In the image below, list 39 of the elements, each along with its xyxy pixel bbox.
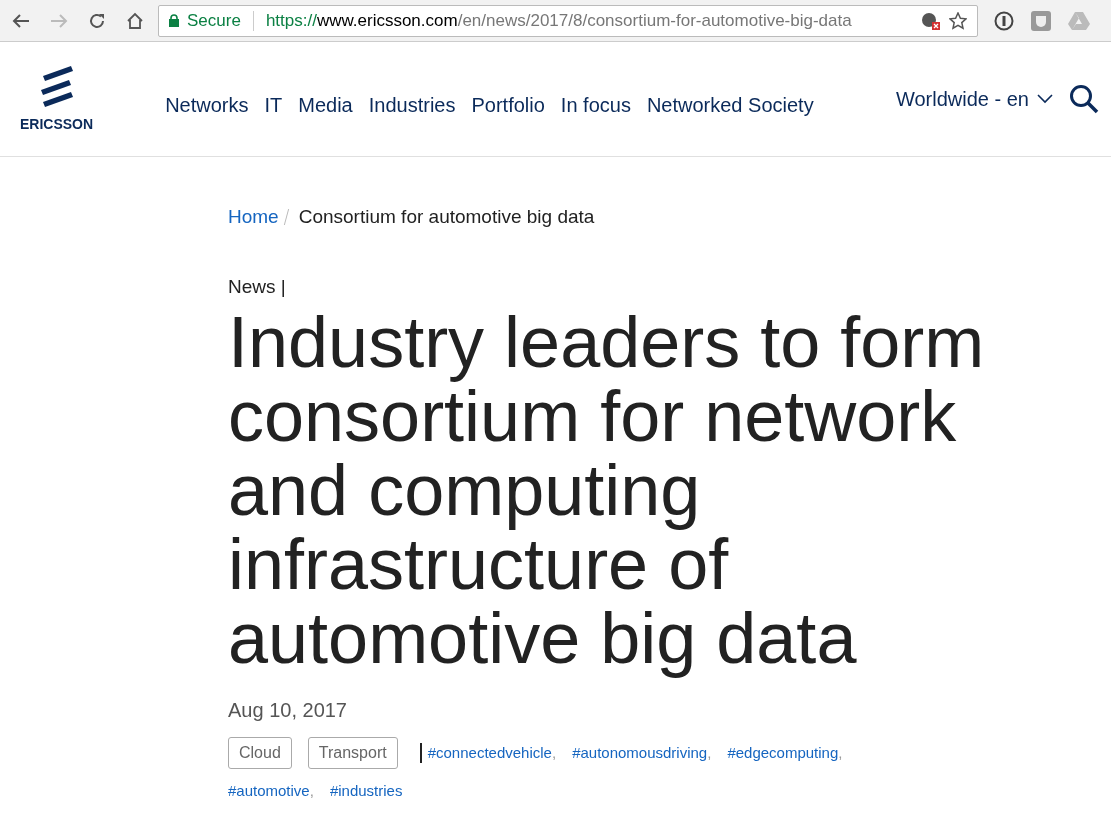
nav-link[interactable]: Industries bbox=[368, 90, 456, 120]
nav-link[interactable]: In focus bbox=[560, 90, 631, 120]
chevron-down-icon bbox=[1037, 94, 1053, 104]
logo-text: ERICSSON bbox=[20, 114, 94, 134]
nav-link[interactable]: Media bbox=[298, 90, 353, 120]
nav-link[interactable]: Networked Society bbox=[646, 90, 814, 120]
address-bar[interactable]: Secure https://www.ericsson.com/en/news/2017/8/consortium-for-automotive-big-data bbox=[158, 4, 978, 37]
home-icon bbox=[126, 11, 144, 30]
nav-link[interactable]: IT bbox=[264, 90, 283, 120]
url-text: https://www.ericsson.com/en/news/2017/8/consortium-for-automotive-big-data bbox=[265, 9, 853, 32]
hashtag-link[interactable]: #autonomousdriving bbox=[572, 744, 708, 761]
reload-icon bbox=[88, 11, 106, 30]
category-tag[interactable]: Cloud bbox=[228, 737, 292, 769]
nav-link[interactable]: Networks bbox=[165, 90, 249, 120]
hashtag-link[interactable]: #connectedvehicle bbox=[427, 744, 552, 761]
back-arrow-icon bbox=[12, 12, 30, 29]
comma-separator: , bbox=[707, 744, 712, 761]
security-label: Secure bbox=[187, 9, 241, 32]
comma-separator: , bbox=[838, 744, 843, 761]
breadcrumb-current: Consortium for automotive big data bbox=[298, 205, 595, 229]
article-date: Aug 10, 2017 bbox=[228, 698, 348, 723]
forward-arrow-icon bbox=[50, 12, 68, 29]
locale-selector[interactable]: Worldwide - en bbox=[895, 84, 1053, 114]
search-icon[interactable] bbox=[1069, 84, 1099, 114]
shield-extension-icon[interactable] bbox=[1030, 9, 1052, 32]
nav-link[interactable]: Portfolio bbox=[471, 90, 545, 120]
cookie-blocked-icon bbox=[921, 11, 941, 30]
hashtag-link[interactable]: #automotive bbox=[228, 782, 310, 799]
stripes-logo-icon bbox=[38, 63, 75, 108]
info-circle-icon[interactable] bbox=[994, 10, 1014, 31]
category-tag[interactable]: Transport bbox=[307, 737, 398, 769]
star-icon bbox=[949, 11, 967, 30]
article-category: News | bbox=[228, 274, 287, 299]
comma-separator: , bbox=[551, 744, 557, 761]
breadcrumb-link[interactable]: Home bbox=[228, 203, 279, 232]
lock-icon bbox=[169, 14, 179, 27]
hashtag-link[interactable]: #industries bbox=[329, 782, 403, 799]
comma-separator: , bbox=[309, 782, 314, 799]
logo[interactable]: ERICSSON bbox=[20, 63, 94, 135]
